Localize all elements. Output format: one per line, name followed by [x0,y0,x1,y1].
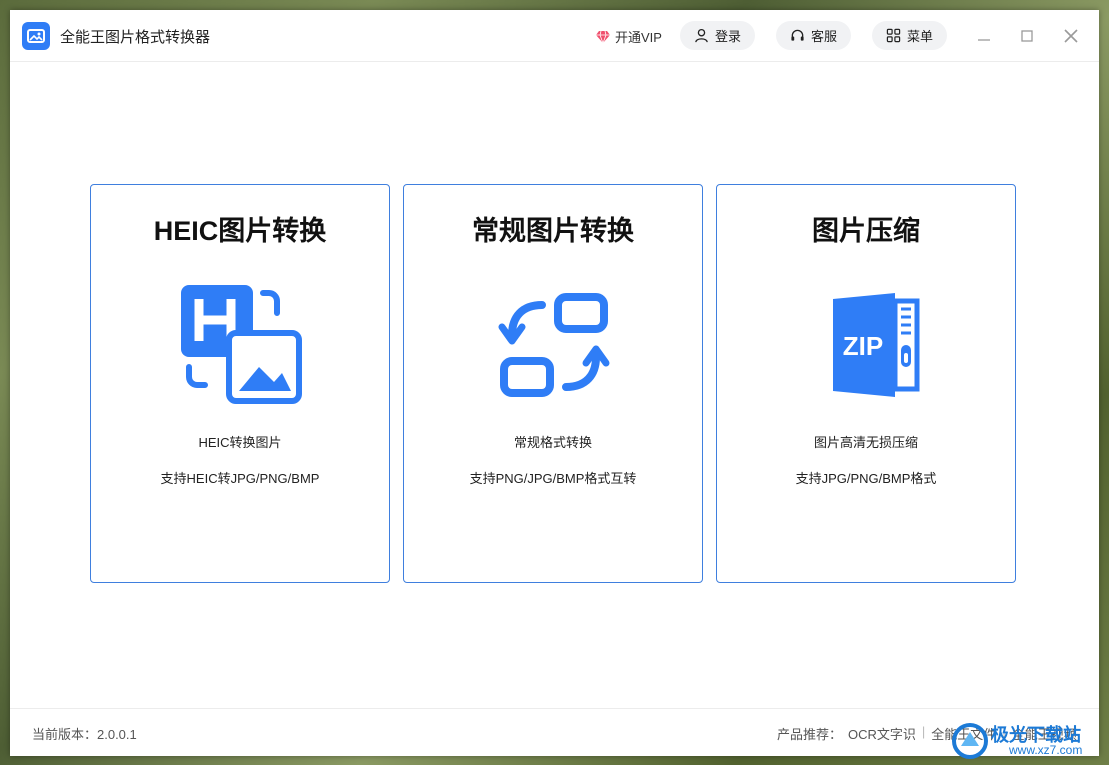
card-subtitle: HEIC转换图片 [198,435,282,450]
app-title: 全能王图片格式转换器 [60,29,211,46]
zip-label: ZIP [843,331,883,361]
card-image-compress[interactable]: 图片压缩 ZIP 图片高清无损压缩 支持JPG/PNG/BMP格式 [716,184,1016,583]
maximize-button[interactable] [1015,24,1039,48]
menu-button[interactable]: 菜单 [872,21,948,50]
minimize-icon [978,39,990,41]
login-label: 登录 [715,29,742,44]
customer-service-button[interactable]: 客服 [776,21,852,50]
divider: | [921,724,926,739]
login-button[interactable]: 登录 [680,21,756,50]
user-icon [695,28,708,43]
card-title: 图片压缩 [812,216,920,246]
card-title: HEIC图片转换 [153,216,327,246]
maximize-icon [1021,30,1033,42]
card-subtitle: 图片高清无损压缩 [813,435,918,450]
card-title: 常规图片转换 [472,216,634,246]
recommend-label: 产品推荐： [777,727,843,742]
service-label: 客服 [811,29,838,44]
close-icon [1064,29,1078,43]
card-subtitle: 常规格式转换 [513,435,592,450]
heic-convert-icon [181,285,302,404]
headset-icon [791,29,804,41]
zip-compress-icon: ZIP [833,293,920,397]
version-label: 当前版本：2.0.0.1 [32,727,137,742]
format-convert-icon [498,293,610,397]
close-button[interactable] [1059,24,1083,48]
minimize-button[interactable] [972,24,996,48]
app-logo-icon [22,22,50,50]
card-description: 支持PNG/JPG/BMP格式互转 [469,471,637,486]
diamond-icon [596,30,610,43]
recommend-link-ocr[interactable]: OCR文字识 [848,724,916,743]
title-bar: 全能王图片格式转换器 开通VIP 登录 客服 菜单 [10,10,1099,62]
grid-menu-icon [886,28,901,43]
card-heic-convert[interactable]: HEIC图片转换 HEIC转换图片 支持HEIC转JPG/PNG/BMP [90,184,390,583]
vip-button[interactable]: 开通VIP [596,27,662,46]
watermark-url: www.xz7.com [1009,743,1083,757]
card-description: 支持HEIC转JPG/PNG/BMP [160,471,320,486]
card-format-convert[interactable]: 常规图片转换 常规格式转换 支持PNG/JPG/BMP格式互转 [403,184,703,583]
watermark-logo-icon [952,723,988,759]
card-description: 支持JPG/PNG/BMP格式 [795,471,937,486]
app-window: 全能王图片格式转换器 开通VIP 登录 客服 菜单 HEIC图片转换 HEIC转… [10,10,1099,756]
menu-label: 菜单 [907,29,934,44]
status-footer: 当前版本：2.0.0.1 产品推荐： OCR文字识 | 全能王文件 | 全能王视… [10,708,1099,756]
watermark: 极光下载站 www.xz7.com [951,721,1101,761]
vip-label: 开通VIP [615,30,662,45]
